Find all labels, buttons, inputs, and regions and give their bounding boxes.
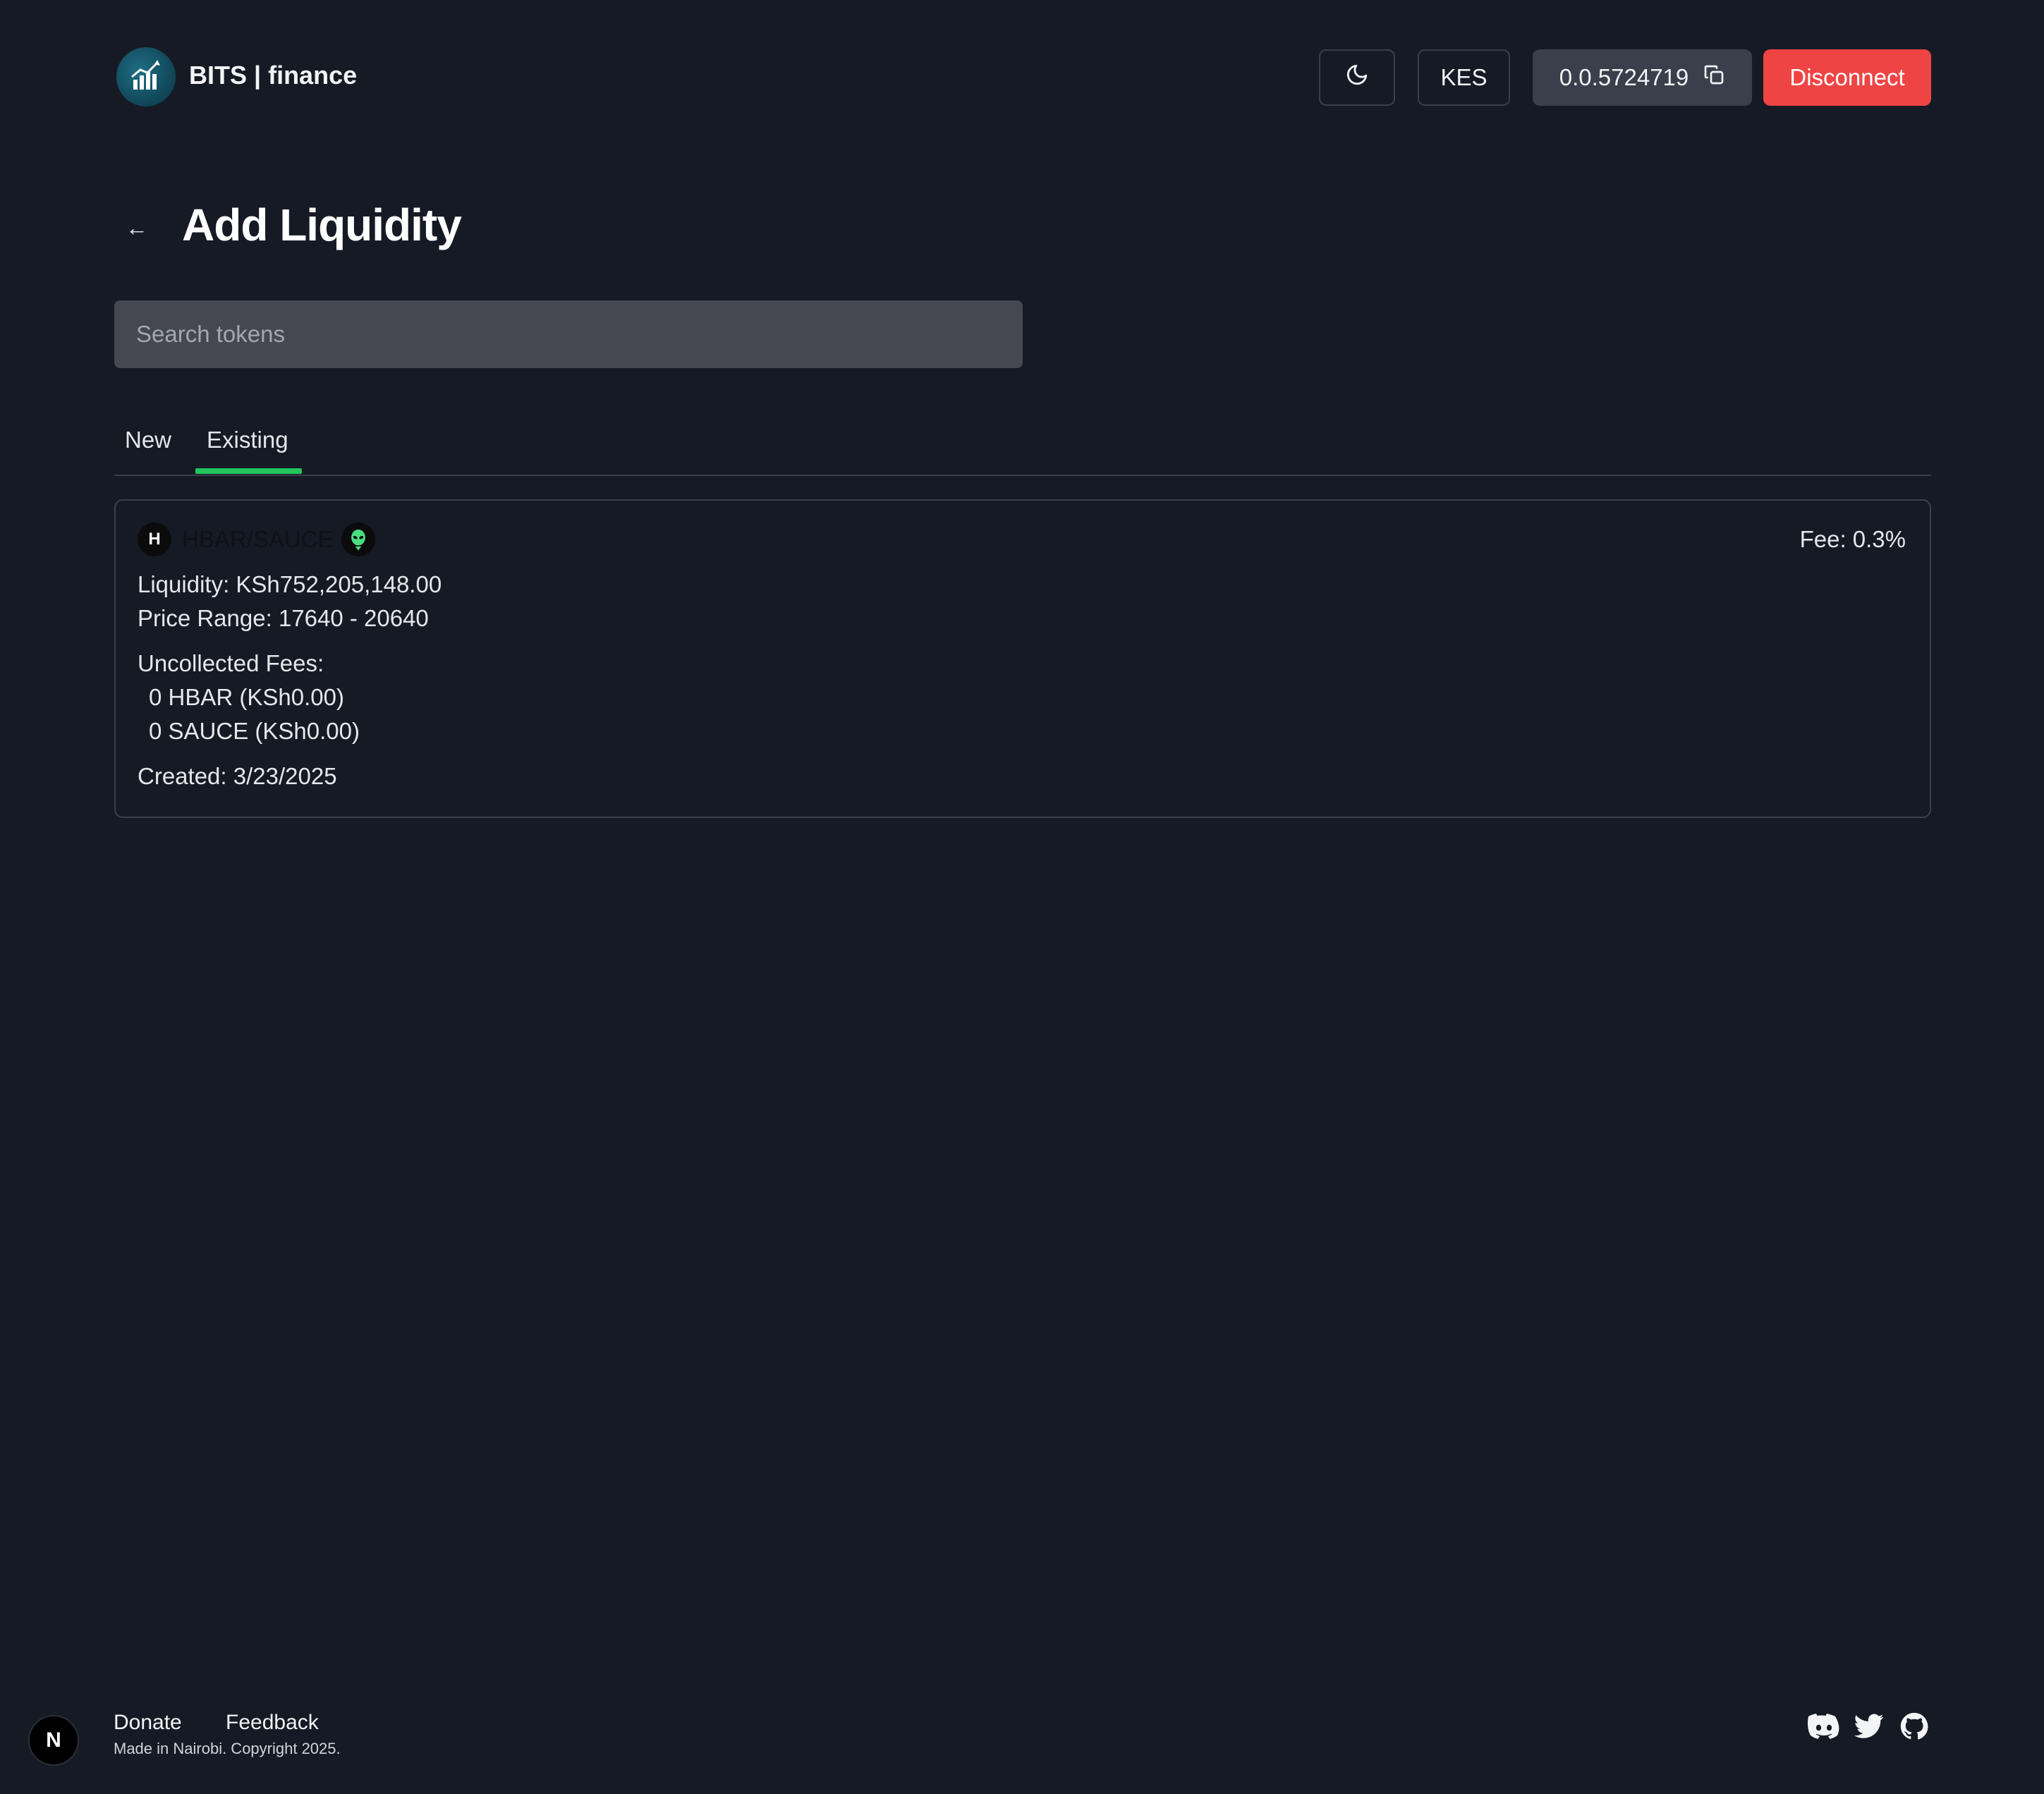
disconnect-button[interactable]: Disconnect — [1763, 49, 1931, 106]
copyright-text: Made in Nairobi. Copyright 2025. — [114, 1740, 341, 1757]
price-range: Price Range: 17640 - 20640 — [138, 605, 429, 631]
donate-link[interactable]: Donate — [114, 1711, 182, 1735]
hbar-token-icon: H — [138, 523, 171, 556]
next-logo-icon[interactable]: N — [28, 1715, 79, 1766]
account-id: 0.0.5724719 — [1559, 64, 1689, 90]
created-date: Created: 3/23/2025 — [138, 763, 337, 789]
back-arrow-icon[interactable]: ← — [126, 215, 148, 241]
uncollected-fee-hbar: 0 HBAR (KSh0.00) — [149, 684, 344, 710]
twitter-icon[interactable] — [1852, 1709, 1886, 1743]
copy-icon[interactable] — [1703, 63, 1725, 92]
uncollected-fee-sauce: 0 SAUCE (KSh0.00) — [149, 718, 360, 744]
pair-name: HBAR/SAUCE — [182, 526, 334, 552]
theme-toggle-button[interactable] — [1319, 49, 1395, 106]
sauce-alien-token-icon — [341, 523, 375, 556]
tab-existing[interactable]: Existing — [207, 427, 288, 453]
feedback-link[interactable]: Feedback — [226, 1711, 319, 1735]
page-title: Add Liquidity — [182, 200, 462, 250]
fee-tier: Fee: 0.3% — [1799, 526, 1906, 552]
currency-button[interactable]: KES — [1418, 49, 1510, 106]
github-icon[interactable] — [1897, 1709, 1931, 1743]
account-button[interactable]: 0.0.5724719 — [1533, 49, 1752, 106]
moon-icon — [1345, 63, 1369, 92]
tab-new[interactable]: New — [125, 427, 171, 453]
currency-label: KES — [1440, 64, 1488, 90]
uncollected-fees-label: Uncollected Fees: — [138, 650, 324, 676]
disconnect-label: Disconnect — [1789, 64, 1905, 90]
discord-icon[interactable] — [1807, 1709, 1841, 1743]
active-tab-indicator — [195, 468, 302, 474]
liquidity-value: Liquidity: KSh752,205,148.00 — [138, 571, 442, 597]
search-input[interactable] — [114, 300, 1023, 368]
position-card[interactable] — [114, 499, 1931, 818]
logo-chart-icon[interactable] — [116, 47, 176, 106]
brand-name[interactable]: BITS | finance — [189, 58, 357, 93]
tabs-divider — [114, 475, 1931, 476]
